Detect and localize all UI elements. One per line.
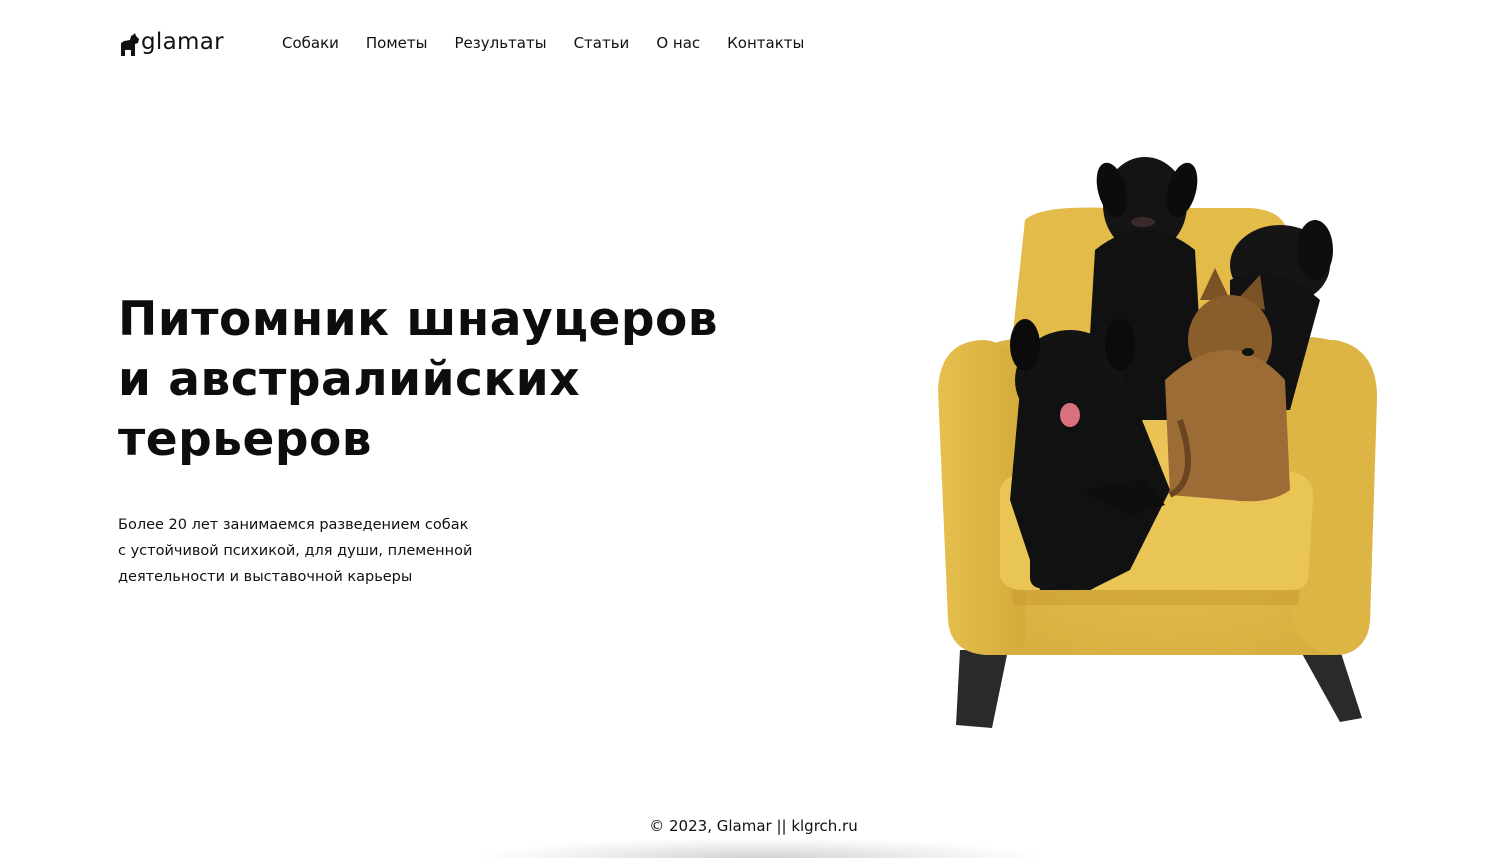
hero-description-line: деятельности и выставочной карьеры [118,569,413,585]
main-nav: Собаки Пометы Результаты Статьи О нас Ко… [282,31,831,55]
hero-description-line: с устойчивой психикой, для души, племенн… [118,543,473,559]
logo-text: glamar [141,29,224,55]
hero-image-dogs-on-armchair [930,150,1390,735]
nav-link-about[interactable]: О нас [656,31,700,55]
hero-title-line: Питомник шнауцеров [118,292,719,347]
nav-link-litters[interactable]: Пометы [366,31,428,55]
nav-link-results[interactable]: Результаты [455,31,547,55]
footer-copyright: © 2023, Glamar || klgrch.ru [649,817,858,835]
footer-shadow [480,838,1040,858]
logo[interactable]: glamar [118,27,224,57]
dog-icon [118,31,140,57]
hero-description: Более 20 лет занимаемся разведением соба… [118,512,548,590]
hero-title-line: терьеров [118,412,373,467]
hero-title: Питомник шнауцеров и австралийских терье… [118,290,798,470]
nav-link-articles[interactable]: Статьи [574,31,630,55]
nav-link-dogs[interactable]: Собаки [282,31,339,55]
nav-link-contacts[interactable]: Контакты [727,31,804,55]
hero-description-line: Более 20 лет занимаемся разведением соба… [118,517,469,533]
armchair-legs [956,650,1362,728]
hero-title-line: и австралийских [118,352,581,407]
